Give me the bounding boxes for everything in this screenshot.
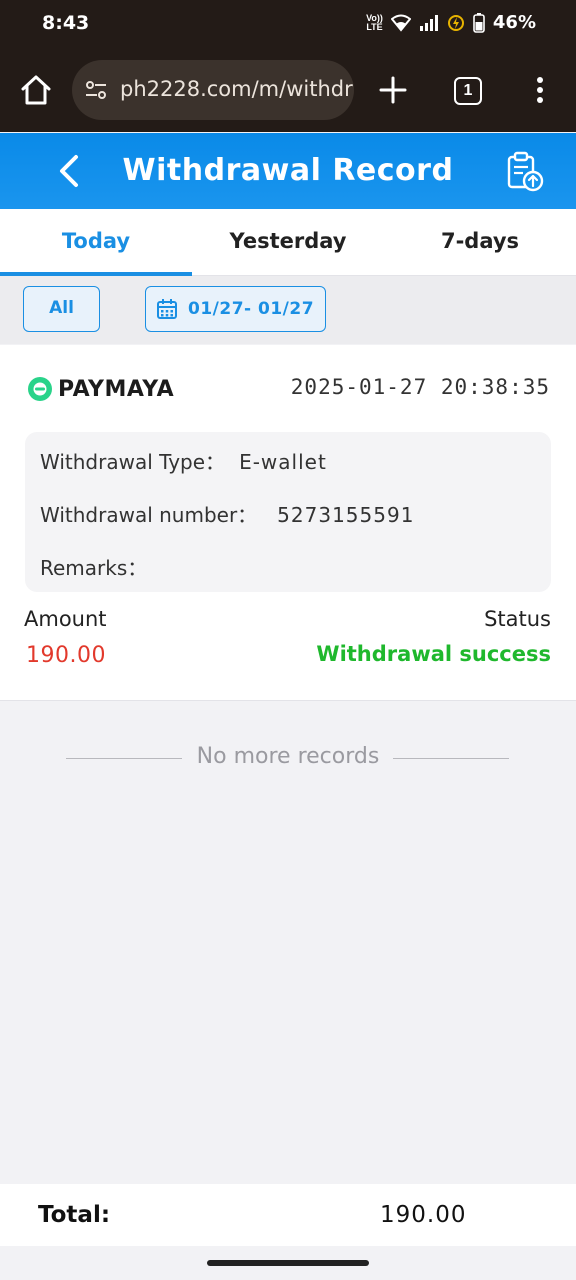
- total-label: Total:: [38, 1202, 111, 1228]
- wifi-icon: [390, 14, 411, 32]
- page-title: Withdrawal Record: [122, 153, 454, 188]
- tab-yesterday[interactable]: Yesterday: [192, 209, 384, 276]
- withdrawal-number-label: Withdrawal number：: [40, 503, 258, 527]
- status-bar: 8:43 Vo)) LTE 46%: [0, 0, 576, 48]
- tab-switcher-button[interactable]: 1: [454, 77, 482, 105]
- calendar-icon: [157, 299, 177, 319]
- address-bar[interactable]: ph2228.com/m/withdrawalRecord: [72, 60, 354, 120]
- status-label: Status: [484, 607, 551, 631]
- browser-toolbar: ph2228.com/m/withdrawalRecord 1: [0, 48, 576, 132]
- battery-icon: [473, 12, 485, 33]
- signal-icon: [419, 14, 438, 31]
- no-more-records-text: No more records: [196, 744, 380, 769]
- more-menu-icon[interactable]: [530, 75, 550, 105]
- tab-7-days[interactable]: 7-days: [384, 209, 576, 276]
- new-tab-icon[interactable]: [378, 75, 408, 105]
- app-header: Withdrawal Record: [0, 133, 576, 209]
- status-time: 8:43: [42, 12, 90, 34]
- gesture-handle[interactable]: [207, 1260, 369, 1266]
- volte-icon: Vo)) LTE: [366, 12, 383, 32]
- date-tabs: Today Yesterday 7-days: [0, 209, 576, 276]
- total-value: 190.00: [380, 1202, 467, 1228]
- filter-row: All 01/27- 01/27: [0, 276, 576, 344]
- paymaya-logo-icon: [28, 377, 52, 401]
- status-value: Withdrawal success: [316, 642, 551, 666]
- remarks-label: Remarks：: [40, 556, 148, 580]
- withdrawal-type-value: E-wallet: [239, 450, 327, 474]
- record-datetime: 2025-01-27 20:38:35: [290, 375, 550, 399]
- date-range-picker[interactable]: 01/27- 01/27: [145, 286, 326, 332]
- date-range-text: 01/27- 01/27: [188, 299, 315, 319]
- filter-all-button[interactable]: All: [23, 286, 100, 332]
- site-settings-icon[interactable]: [84, 78, 108, 102]
- navigation-bar: [0, 1246, 576, 1280]
- data-saver-icon: [447, 14, 464, 31]
- withdrawal-type-label: Withdrawal Type：: [40, 450, 226, 474]
- withdrawal-type-row: Withdrawal Type： E-wallet: [40, 446, 327, 475]
- withdrawal-number-row: Withdrawal number： 5273155591: [40, 499, 414, 528]
- clipboard-upload-icon[interactable]: [504, 150, 544, 192]
- amount-value: 190.00: [26, 643, 106, 668]
- divider-right: [393, 758, 509, 759]
- withdrawal-number-value: 5273155591: [277, 503, 415, 527]
- amount-label: Amount: [24, 607, 107, 631]
- withdrawal-record-card: PAYMAYA 2025-01-27 20:38:35 Withdrawal T…: [0, 345, 576, 701]
- battery-percent: 46%: [492, 12, 536, 33]
- tab-today[interactable]: Today: [0, 209, 192, 276]
- status-icons: Vo)) LTE 46%: [366, 12, 536, 33]
- paymaya-logo: PAYMAYA: [26, 375, 174, 403]
- total-bar: Total: 190.00: [0, 1184, 576, 1246]
- provider-name: PAYMAYA: [58, 376, 175, 402]
- home-icon[interactable]: [18, 72, 54, 108]
- no-more-records: No more records: [0, 740, 576, 776]
- remarks-row: Remarks：: [40, 552, 161, 581]
- url-text[interactable]: ph2228.com/m/withdrawalRecord: [120, 77, 354, 101]
- record-details: Withdrawal Type： E-wallet Withdrawal numb…: [25, 432, 551, 592]
